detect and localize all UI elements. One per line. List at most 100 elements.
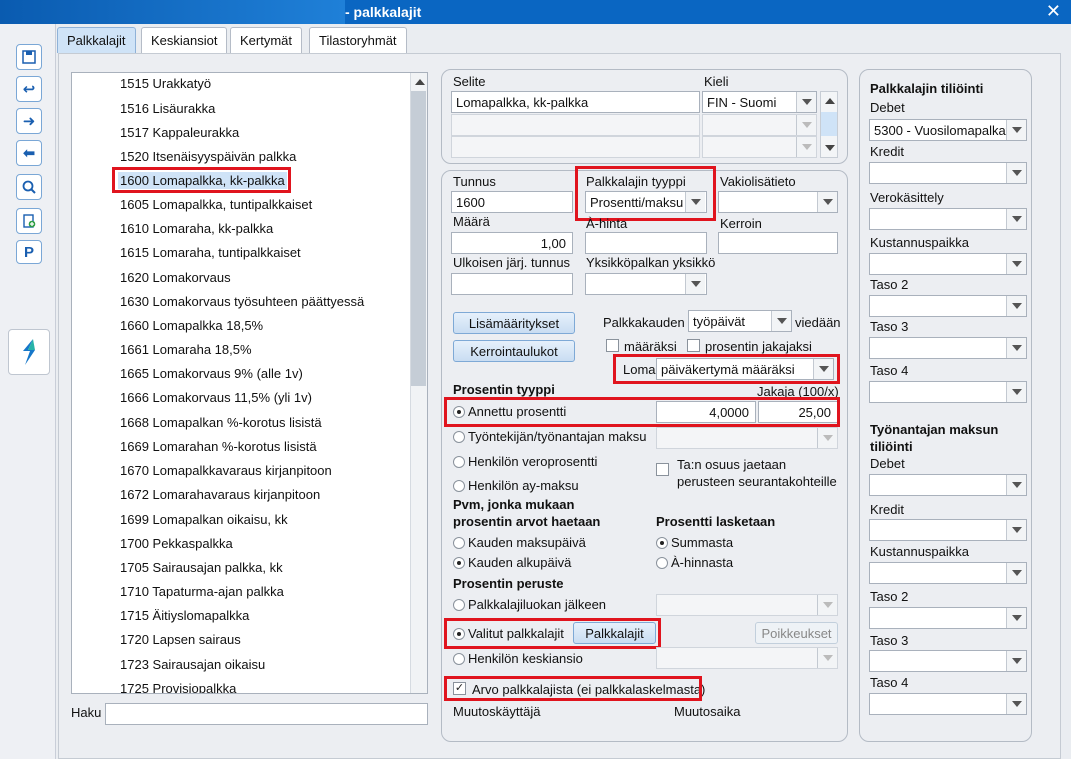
debet-select[interactable]: 5300 - Vuosilomapalkat (869, 119, 1027, 141)
list-item[interactable]: 1516 Lisäurakka (120, 101, 215, 116)
kauden-maksupaiva-radio[interactable] (453, 537, 465, 549)
maara-input[interactable]: 1,00 (451, 232, 573, 254)
tyontekijan-radio[interactable] (453, 431, 465, 443)
scroll-thumb[interactable] (821, 112, 837, 136)
verokasittely-select[interactable] (869, 208, 1027, 230)
ta-kredit-dropdown-icon[interactable] (1006, 520, 1026, 540)
list-item[interactable]: 1699 Lomapalkan oikaisu, kk (120, 512, 288, 527)
list-item[interactable]: 1700 Pekkaspalkka (120, 536, 233, 551)
selite-input[interactable]: Lomapalkka, kk-palkka (451, 91, 700, 113)
tab-kertymat[interactable]: Kertymät (230, 27, 303, 53)
undo-icon[interactable]: ↩ (16, 76, 42, 102)
app-logo-icon[interactable] (8, 329, 50, 375)
list-item[interactable]: 1610 Lomaraha, kk-palkka (120, 221, 273, 236)
veroprosentti-radio[interactable] (453, 456, 465, 468)
lisamaaritykset-button[interactable]: Lisämääritykset (453, 312, 575, 334)
new-document-icon[interactable] (16, 208, 42, 234)
close-icon[interactable]: ✕ (1046, 1, 1061, 22)
keskiansio-radio[interactable] (453, 653, 465, 665)
prosentin-jakajaksi-checkbox[interactable] (687, 339, 700, 352)
kerroin-input[interactable] (718, 232, 838, 254)
list-item[interactable]: 1666 Lomakorvaus 11,5% (yli 1v) (120, 390, 312, 405)
ta-taso3-dropdown-icon[interactable] (1006, 651, 1026, 671)
scroll-up-icon[interactable] (821, 92, 837, 108)
ta-taso3-select[interactable] (869, 650, 1027, 672)
tunnus-input[interactable]: 1600 (451, 191, 573, 213)
yksikko-dropdown-icon[interactable] (685, 274, 705, 294)
list-item[interactable]: 1668 Lomapalkan %-korotus lisistä (120, 415, 322, 430)
scroll-up-icon[interactable] (411, 73, 427, 89)
scroll-thumb[interactable] (411, 91, 426, 386)
list-item[interactable]: 1517 Kappaleurakka (120, 125, 239, 140)
forward-icon[interactable]: ➜ (16, 108, 42, 134)
kustannuspaikka-dropdown-icon[interactable] (1006, 254, 1026, 274)
list-item[interactable]: 1725 Provisiopalkka (120, 681, 236, 693)
ahinta-input[interactable] (585, 232, 707, 254)
tyontekijan-dropdown-icon[interactable] (817, 428, 837, 448)
save-icon[interactable] (16, 44, 42, 70)
tab-keskiansiot[interactable]: Keskiansiot (141, 27, 228, 53)
ahinnasta-radio[interactable] (656, 557, 668, 569)
back-icon[interactable]: ⬅ (16, 140, 42, 166)
kerrointaulukot-button[interactable]: Kerrointaulukot (453, 340, 575, 362)
scroll-down-icon[interactable] (821, 139, 837, 155)
list-item[interactable]: 1672 Lomarahavaraus kirjanpitoon (120, 487, 320, 502)
kredit-select[interactable] (869, 162, 1027, 184)
list-scrollbar[interactable] (410, 73, 427, 693)
aymaksu-radio[interactable] (453, 480, 465, 492)
ta-taso4-dropdown-icon[interactable] (1006, 694, 1026, 714)
list-item[interactable]: 1615 Lomaraha, tuntipalkkaiset (120, 245, 301, 260)
p-button[interactable]: P (16, 240, 42, 264)
list-item[interactable]: 1710 Tapaturma-ajan palkka (120, 584, 284, 599)
selite-input-2[interactable] (451, 114, 700, 136)
taso4-select[interactable] (869, 381, 1027, 403)
taso4-dropdown-icon[interactable] (1006, 382, 1026, 402)
poikkeukset-button[interactable]: Poikkeukset (755, 622, 838, 644)
taso2-select[interactable] (869, 295, 1027, 317)
vakio-dropdown-icon[interactable] (817, 192, 837, 212)
list-item[interactable]: 1669 Lomarahan %-korotus lisistä (120, 439, 317, 454)
taso3-dropdown-icon[interactable] (1006, 338, 1026, 358)
ta-debet-dropdown-icon[interactable] (1006, 475, 1026, 495)
debet-dropdown-icon[interactable] (1006, 120, 1026, 140)
palkkalajiluokan-dropdown-icon[interactable] (817, 595, 837, 615)
selite-scrollbar[interactable] (820, 91, 838, 158)
keskiansio-dropdown-icon[interactable] (817, 648, 837, 668)
search-icon[interactable] (16, 174, 42, 200)
ta-taso4-select[interactable] (869, 693, 1027, 715)
tab-tilastoryhmat[interactable]: Tilastoryhmät (309, 27, 407, 53)
ta-taso2-dropdown-icon[interactable] (1006, 608, 1026, 628)
keskiansio-select[interactable] (656, 647, 838, 669)
list-item[interactable]: 1705 Sairausajan palkka, kk (120, 560, 283, 575)
tyontekijan-select[interactable] (656, 427, 838, 449)
list-item[interactable]: 1720 Lapsen sairaus (120, 632, 241, 647)
list-item[interactable]: 1620 Lomakorvaus (120, 270, 231, 285)
summasta-radio[interactable] (656, 537, 668, 549)
kieli-dropdown-icon[interactable] (796, 92, 816, 112)
taso3-select[interactable] (869, 337, 1027, 359)
ta-kustannuspaikka-dropdown-icon[interactable] (1006, 563, 1026, 583)
kieli-dropdown-2-icon[interactable] (796, 115, 816, 135)
palkkakauden-dropdown-icon[interactable] (771, 311, 791, 331)
kauden-alkupaiva-radio[interactable] (453, 557, 465, 569)
search-input[interactable] (105, 703, 428, 725)
list-item[interactable]: 1715 Äitiyslomapalkka (120, 608, 249, 623)
taso2-dropdown-icon[interactable] (1006, 296, 1026, 316)
list-item[interactable]: 1605 Lomapalkka, tuntipalkkaiset (120, 197, 312, 212)
list-item[interactable]: 1520 Itsenäisyyspäivän palkka (120, 149, 296, 164)
list-item[interactable]: 1665 Lomakorvaus 9% (alle 1v) (120, 366, 303, 381)
list-item[interactable]: 1515 Urakkatyö (120, 76, 211, 91)
verokasittely-dropdown-icon[interactable] (1006, 209, 1026, 229)
ta-kredit-select[interactable] (869, 519, 1027, 541)
maaraksi-checkbox[interactable] (606, 339, 619, 352)
palkkalajiluokan-select[interactable] (656, 594, 838, 616)
palkkalajiluokan-radio[interactable] (453, 599, 465, 611)
taosuus-checkbox[interactable] (656, 463, 669, 476)
list-item[interactable]: 1723 Sairausajan oikaisu (120, 657, 265, 672)
ta-debet-select[interactable] (869, 474, 1027, 496)
list-item[interactable]: 1670 Lomapalkkavaraus kirjanpitoon (120, 463, 332, 478)
list-item[interactable]: 1661 Lomaraha 18,5% (120, 342, 252, 357)
palkkalaji-list[interactable]: 1515 Urakkatyö 1516 Lisäurakka 1517 Kapp… (71, 72, 428, 694)
ta-kustannuspaikka-select[interactable] (869, 562, 1027, 584)
list-item[interactable]: 1660 Lomapalkka 18,5% (120, 318, 263, 333)
